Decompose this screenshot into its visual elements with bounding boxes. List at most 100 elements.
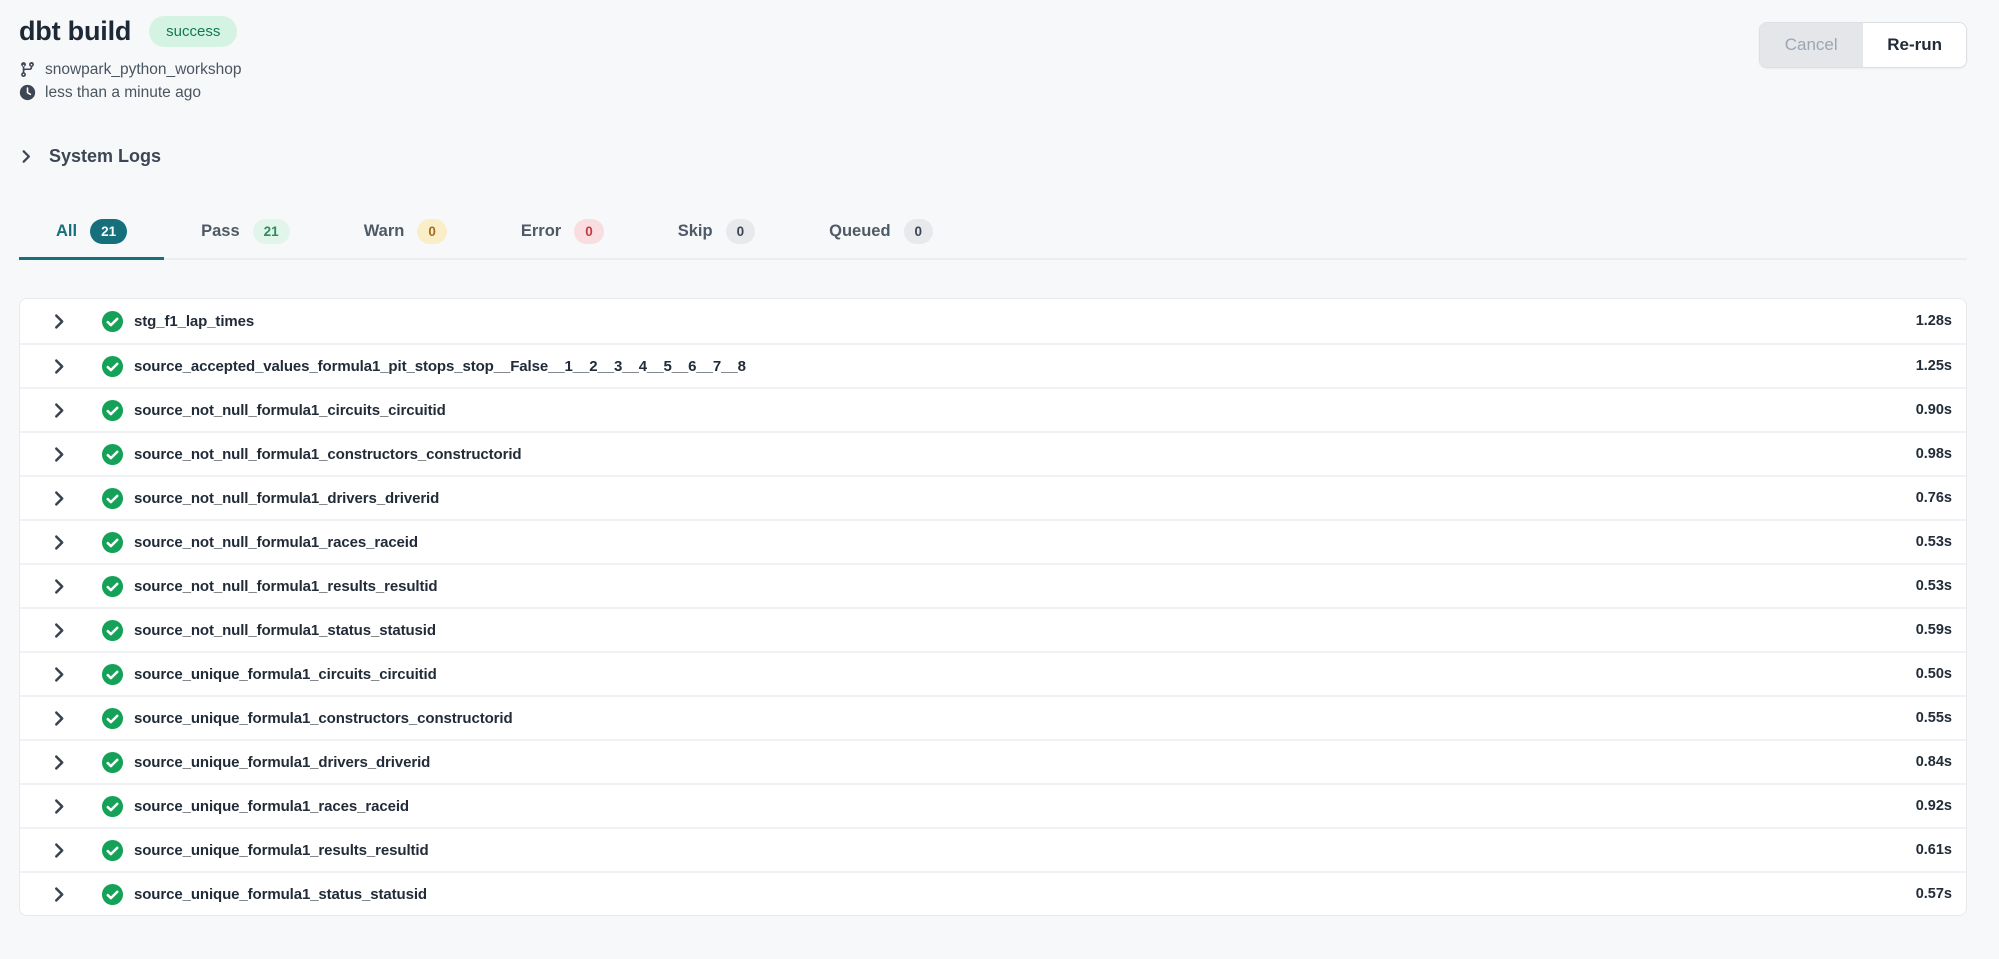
- run-header: dbt build success snowpark_python_worksh…: [19, 0, 1967, 104]
- chevron-right-icon: [19, 149, 34, 164]
- success-check-icon: [101, 663, 124, 686]
- branch-name: snowpark_python_workshop: [45, 58, 241, 81]
- success-check-icon: [101, 839, 124, 862]
- result-row[interactable]: source_not_null_formula1_results_resulti…: [20, 563, 1966, 607]
- system-logs-toggle[interactable]: System Logs: [19, 146, 161, 167]
- expand-chevron-icon[interactable]: [51, 358, 68, 375]
- node-name: source_accepted_values_formula1_pit_stop…: [134, 358, 746, 375]
- success-check-icon: [101, 751, 124, 774]
- result-filter-tabs: All 21 Pass 21 Warn 0 Error 0 Skip 0 Que…: [19, 209, 1967, 260]
- node-name: source_not_null_formula1_results_resulti…: [134, 578, 438, 595]
- time-ago: less than a minute ago: [45, 81, 201, 104]
- result-row[interactable]: source_not_null_formula1_races_raceid 0.…: [20, 519, 1966, 563]
- run-meta: snowpark_python_workshop less than a min…: [19, 58, 241, 104]
- expand-chevron-icon[interactable]: [51, 622, 68, 639]
- result-row[interactable]: source_unique_formula1_races_raceid 0.92…: [20, 783, 1966, 827]
- tab-count-badge: 0: [726, 219, 756, 244]
- tab-error[interactable]: Error 0: [484, 209, 641, 260]
- result-row[interactable]: source_unique_formula1_circuits_circuiti…: [20, 651, 1966, 695]
- title-row: dbt build success: [19, 16, 241, 47]
- node-duration: 0.84s: [1896, 754, 1952, 770]
- expand-chevron-icon[interactable]: [51, 666, 68, 683]
- expand-chevron-icon[interactable]: [51, 534, 68, 551]
- tab-pass[interactable]: Pass 21: [164, 209, 327, 260]
- expand-chevron-icon[interactable]: [51, 490, 68, 507]
- results-list: stg_f1_lap_times 1.28s source_accepted_v…: [19, 298, 1967, 916]
- tab-label: Queued: [829, 222, 890, 241]
- success-check-icon: [101, 619, 124, 642]
- tab-label: Skip: [678, 222, 713, 241]
- tab-count-badge: 21: [90, 219, 127, 244]
- run-actions: Cancel Re-run: [1759, 22, 1967, 68]
- expand-chevron-icon[interactable]: [51, 710, 68, 727]
- tab-count-badge: 21: [253, 219, 290, 244]
- tab-skip[interactable]: Skip 0: [641, 209, 792, 260]
- node-duration: 0.61s: [1896, 842, 1952, 858]
- node-name: source_not_null_formula1_circuits_circui…: [134, 402, 446, 419]
- result-row[interactable]: source_not_null_formula1_status_statusid…: [20, 607, 1966, 651]
- node-name: source_unique_formula1_drivers_driverid: [134, 754, 430, 771]
- success-check-icon: [101, 707, 124, 730]
- cancel-button[interactable]: Cancel: [1760, 23, 1862, 67]
- status-badge: success: [149, 16, 237, 47]
- node-duration: 0.59s: [1896, 622, 1952, 638]
- expand-chevron-icon[interactable]: [51, 842, 68, 859]
- node-name: source_unique_formula1_constructors_cons…: [134, 710, 513, 727]
- success-check-icon: [101, 310, 124, 333]
- result-row[interactable]: source_not_null_formula1_circuits_circui…: [20, 387, 1966, 431]
- expand-chevron-icon[interactable]: [51, 886, 68, 903]
- node-duration: 0.53s: [1896, 578, 1952, 594]
- system-logs-label: System Logs: [49, 146, 161, 167]
- node-name: source_not_null_formula1_drivers_driveri…: [134, 490, 439, 507]
- node-duration: 1.28s: [1896, 313, 1952, 329]
- tab-all[interactable]: All 21: [19, 209, 164, 260]
- node-name: source_unique_formula1_races_raceid: [134, 798, 409, 815]
- success-check-icon: [101, 399, 124, 422]
- result-row[interactable]: source_not_null_formula1_drivers_driveri…: [20, 475, 1966, 519]
- node-duration: 0.57s: [1896, 886, 1952, 902]
- success-check-icon: [101, 487, 124, 510]
- node-name: source_unique_formula1_results_resultid: [134, 842, 429, 859]
- node-duration: 0.55s: [1896, 710, 1952, 726]
- clock-icon: [19, 84, 36, 101]
- tab-label: All: [56, 222, 77, 241]
- success-check-icon: [101, 795, 124, 818]
- tab-count-badge: 0: [417, 219, 447, 244]
- tab-warn[interactable]: Warn 0: [327, 209, 484, 260]
- tab-queued[interactable]: Queued 0: [792, 209, 970, 260]
- tab-label: Warn: [364, 222, 405, 241]
- result-row[interactable]: source_unique_formula1_drivers_driverid …: [20, 739, 1966, 783]
- success-check-icon: [101, 443, 124, 466]
- node-duration: 0.53s: [1896, 534, 1952, 550]
- node-duration: 0.98s: [1896, 446, 1952, 462]
- success-check-icon: [101, 575, 124, 598]
- expand-chevron-icon[interactable]: [51, 402, 68, 419]
- expand-chevron-icon[interactable]: [51, 446, 68, 463]
- result-row[interactable]: stg_f1_lap_times 1.28s: [20, 299, 1966, 343]
- run-detail-page: dbt build success snowpark_python_worksh…: [0, 0, 1999, 916]
- node-name: source_not_null_formula1_constructors_co…: [134, 446, 522, 463]
- expand-chevron-icon[interactable]: [51, 313, 68, 330]
- success-check-icon: [101, 355, 124, 378]
- node-duration: 1.25s: [1896, 358, 1952, 374]
- expand-chevron-icon[interactable]: [51, 798, 68, 815]
- node-name: source_unique_formula1_circuits_circuiti…: [134, 666, 437, 683]
- rerun-button[interactable]: Re-run: [1862, 23, 1966, 67]
- run-header-left: dbt build success snowpark_python_worksh…: [19, 16, 241, 104]
- result-row[interactable]: source_unique_formula1_results_resultid …: [20, 827, 1966, 871]
- result-row[interactable]: source_unique_formula1_constructors_cons…: [20, 695, 1966, 739]
- result-row[interactable]: source_accepted_values_formula1_pit_stop…: [20, 343, 1966, 387]
- git-branch-icon: [19, 61, 36, 78]
- node-duration: 0.76s: [1896, 490, 1952, 506]
- result-row[interactable]: source_unique_formula1_status_statusid 0…: [20, 871, 1966, 915]
- node-name: source_not_null_formula1_races_raceid: [134, 534, 418, 551]
- expand-chevron-icon[interactable]: [51, 578, 68, 595]
- node-duration: 0.90s: [1896, 402, 1952, 418]
- branch-row: snowpark_python_workshop: [19, 58, 241, 81]
- success-check-icon: [101, 883, 124, 906]
- node-name: stg_f1_lap_times: [134, 313, 254, 330]
- result-row[interactable]: source_not_null_formula1_constructors_co…: [20, 431, 1966, 475]
- expand-chevron-icon[interactable]: [51, 754, 68, 771]
- node-duration: 0.50s: [1896, 666, 1952, 682]
- page-title: dbt build: [19, 16, 131, 47]
